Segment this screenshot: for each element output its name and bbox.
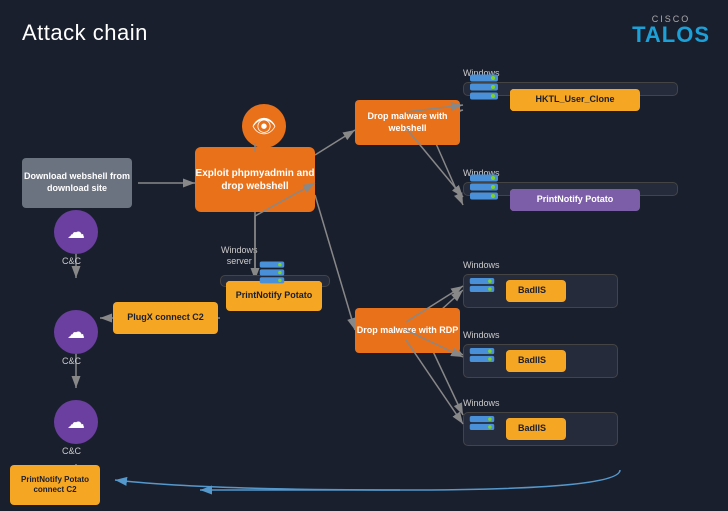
drop-malware-rdp-box: Drop malware with RDP — [355, 308, 460, 353]
cc-label-2: C&C — [62, 356, 81, 367]
target-group-5: PlugX BadIIS — [463, 412, 618, 446]
cc-icon-1: ☁ — [54, 210, 98, 254]
tool-badiis-4: BadIIS — [506, 418, 558, 440]
cc-icon-3: ☁ — [54, 400, 98, 444]
tool-badiis-2: BadIIS — [506, 280, 558, 302]
cisco-talos-logo: cisco TALOS — [632, 14, 710, 46]
talos-text: TALOS — [632, 24, 710, 46]
tool-hktl-1: HKTL_User_Clone — [510, 89, 640, 111]
tool-printnotify-1: PrintNotify Potato — [510, 189, 640, 211]
exploit-box: Exploit phpmyadmin and drop webshell — [195, 147, 315, 212]
target-group-2: PlugX GodPotato BadPotato PrintNotify Po… — [463, 182, 678, 196]
arrows-overlay — [0, 0, 728, 511]
bottom-arrow-overlay — [0, 0, 728, 511]
target-group-1: PlugX mimikatz BadIIS HKTL_User_Clone — [463, 82, 678, 96]
target-group-4: PlugX BadIIS — [463, 344, 618, 378]
server-icon-inner — [258, 258, 286, 291]
cc-label-1: C&C — [62, 256, 81, 267]
hacker-icon: 👁 — [242, 104, 286, 148]
drop-malware-webshell-box: Drop malware with webshell — [355, 100, 460, 145]
cc-icon-2: ☁ — [54, 310, 98, 354]
cc-label-3: C&C — [62, 446, 81, 457]
target-group-3: PlugX BadIIS — [463, 274, 618, 308]
download-webshell-box: Download webshell from download site — [22, 158, 132, 208]
windows-server-label-inner: Windowsserver — [221, 245, 258, 267]
printnotify-connect-c2-box: PrintNotify Potato connect C2 — [10, 465, 100, 505]
page-title: Attack chain — [22, 20, 148, 46]
tool-badiis-3: BadIIS — [506, 350, 558, 372]
plugx-connect-c2-box: PlugX connect C2 — [113, 302, 218, 334]
